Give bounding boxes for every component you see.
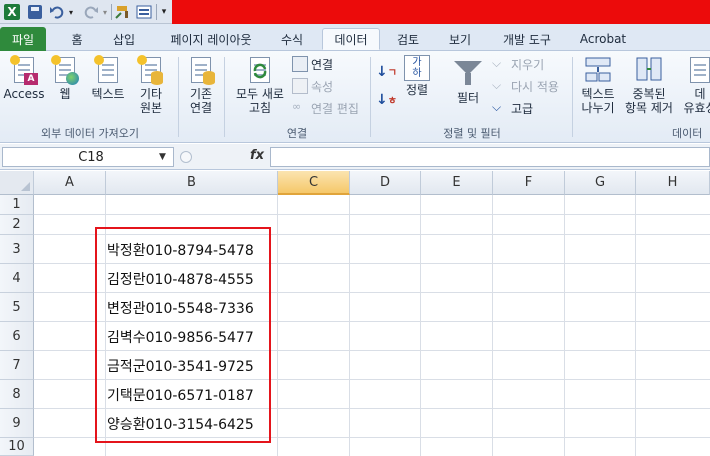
sort-ascending-button[interactable]: ↓ㄱ [376, 63, 397, 81]
tab-data[interactable]: 데이터 [322, 28, 380, 50]
redo-dropdown-icon[interactable]: ▾ [100, 3, 110, 21]
filter-button[interactable]: 필터 [448, 59, 488, 105]
properties-icon [292, 78, 308, 94]
connections-button[interactable]: 연결 [292, 55, 333, 73]
row-header-3[interactable]: 3 [0, 235, 34, 264]
column-header-b[interactable]: B [106, 171, 278, 195]
web-button[interactable]: 웹 [50, 55, 80, 101]
chain-link-icon: ∞ [292, 100, 302, 113]
tab-developer[interactable]: 개발 도구 [494, 28, 560, 50]
formula-bar-resize-handle[interactable] [180, 151, 192, 163]
ribbon-tabs: 파일 홈 삽입 페이지 레이아웃 수식 데이터 검토 보기 개발 도구 Acro… [0, 24, 710, 51]
sort-button[interactable]: 가하 정렬 [400, 55, 434, 97]
select-all-corner[interactable] [0, 171, 34, 195]
column-header-g[interactable]: G [565, 171, 636, 195]
row-header-2[interactable]: 2 [0, 215, 34, 235]
group-label-data-tools: 데이터 [672, 127, 703, 140]
form-icon[interactable] [135, 3, 153, 21]
reapply-filter-button[interactable]: ⌵ 다시 적용 [492, 77, 559, 95]
tab-acrobat[interactable]: Acrobat [576, 28, 630, 50]
column-header-a[interactable]: A [34, 171, 106, 195]
redo-icon[interactable] [82, 3, 100, 21]
tab-formulas[interactable]: 수식 [274, 28, 310, 50]
remove-duplicates-button[interactable]: 중복된 항목 제거 [620, 55, 678, 115]
column-header-e[interactable]: E [421, 171, 493, 195]
access-button[interactable]: A Access [3, 55, 45, 101]
sort-descending-button[interactable]: ↓ㅎ [376, 91, 397, 109]
existing-connections-button[interactable]: 기존 연결 [182, 55, 220, 115]
clear-filter-icon: ⌵ [492, 56, 502, 70]
clear-filter-button[interactable]: ⌵ 지우기 [492, 55, 544, 73]
row-header-8[interactable]: 8 [0, 380, 34, 409]
tab-view[interactable]: 보기 [442, 28, 478, 50]
access-icon: A [10, 55, 38, 85]
refresh-all-button[interactable]: 모두 새로 고침 [228, 55, 292, 115]
row-header-10[interactable]: 10 [0, 438, 34, 456]
column-header-c[interactable]: C [278, 171, 350, 195]
tab-review[interactable]: 검토 [390, 28, 426, 50]
web-icon [51, 55, 79, 85]
highlight-box [95, 227, 271, 443]
refresh-icon [246, 55, 274, 85]
quick-access-toolbar: X ▾ ▾ ▾ [0, 0, 710, 24]
worksheet-grid: A B C D E F G H 1 2 3 4 5 6 7 8 9 10 박정환… [0, 171, 710, 456]
filter-funnel-icon [454, 61, 482, 87]
properties-button[interactable]: 속성 [292, 77, 333, 95]
existing-connections-icon [187, 55, 215, 85]
save-icon[interactable] [26, 3, 44, 21]
undo-icon[interactable] [48, 3, 66, 21]
formula-input[interactable] [270, 147, 710, 167]
row-header-4[interactable]: 4 [0, 264, 34, 293]
text-import-button[interactable]: 텍스트 [86, 55, 130, 101]
column-header-h[interactable]: H [636, 171, 710, 195]
edit-links-button[interactable]: ∞ 연결 편집 [292, 99, 359, 117]
row-header-7[interactable]: 7 [0, 351, 34, 380]
reapply-filter-icon: ⌵ [492, 78, 502, 92]
name-box[interactable]: C18 ▼ [2, 147, 174, 167]
group-label-sort-filter: 정렬 및 필터 [443, 127, 501, 140]
format-painter-icon[interactable] [114, 3, 132, 21]
column-header-f[interactable]: F [493, 171, 565, 195]
group-label-connections: 연결 [286, 127, 308, 140]
text-to-columns-button[interactable]: 텍스트 나누기 [576, 55, 620, 115]
ribbon-data: A Access 웹 텍스트 기타 원본 외부 데이터 가져오기 기존 연결 모… [0, 51, 710, 143]
text-to-columns-icon [584, 55, 612, 85]
data-validation-icon [686, 55, 710, 85]
tab-home[interactable]: 홈 [62, 28, 92, 50]
other-sources-icon [137, 55, 165, 85]
row-header-6[interactable]: 6 [0, 322, 34, 351]
tab-insert[interactable]: 삽입 [106, 28, 142, 50]
row-header-9[interactable]: 9 [0, 409, 34, 438]
group-label-external-data: 외부 데이터 가져오기 [40, 127, 140, 140]
remove-duplicates-icon [635, 55, 663, 85]
data-validation-button[interactable]: 데 유효성 [680, 55, 710, 115]
advanced-filter-icon: ⌵ [492, 100, 502, 114]
row-header-1[interactable]: 1 [0, 195, 34, 215]
tab-page-layout[interactable]: 페이지 레이아웃 [158, 28, 264, 50]
other-sources-button[interactable]: 기타 원본 [134, 55, 168, 115]
undo-dropdown-icon[interactable]: ▾ [66, 3, 76, 21]
excel-logo-icon[interactable]: X [3, 3, 21, 21]
column-header-d[interactable]: D [350, 171, 421, 195]
name-box-dropdown-icon[interactable]: ▼ [159, 152, 173, 162]
tab-file[interactable]: 파일 [0, 27, 46, 51]
sort-descending-icon: ↓ㅎ [376, 92, 397, 108]
customize-qat-icon[interactable]: ▾ [158, 3, 170, 21]
connections-icon [292, 56, 308, 72]
formula-bar: C18 ▼ fx [0, 144, 710, 170]
title-bar-highlight [172, 0, 710, 24]
insert-function-icon[interactable]: fx [250, 148, 264, 163]
advanced-filter-button[interactable]: ⌵ 고급 [492, 99, 533, 117]
row-header-5[interactable]: 5 [0, 293, 34, 322]
sort-icon: 가하 [404, 55, 430, 81]
sort-ascending-icon: ↓ㄱ [376, 64, 397, 80]
text-file-icon [94, 55, 122, 85]
